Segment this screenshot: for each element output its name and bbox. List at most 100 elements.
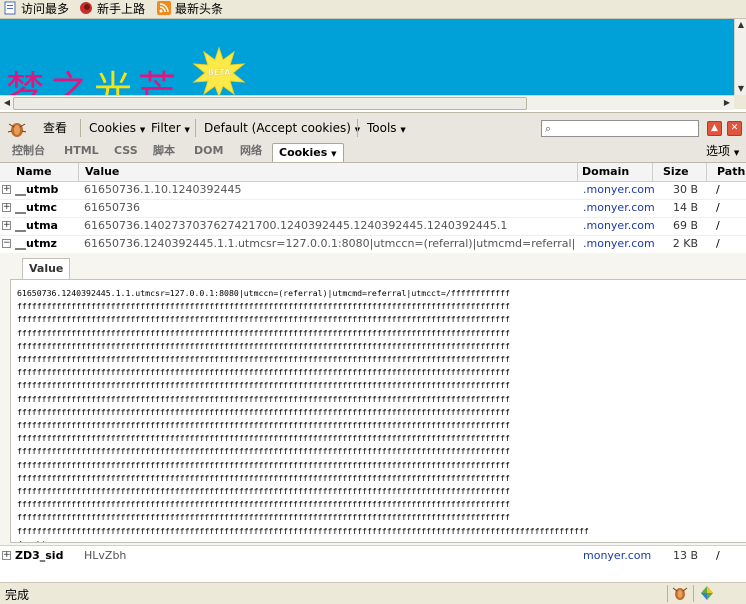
cookie-size: 13 B [672,549,698,562]
toolbar-separator [195,119,196,137]
tools-menu[interactable]: Tools ▼ [367,113,406,143]
value-tab[interactable]: Value [22,258,71,279]
cookie-size: 14 B [672,201,698,214]
dropdown-arrow-icon: ▼ [400,126,406,134]
cookie-domain: .monyer.com [583,183,655,196]
addon-status-icon[interactable] [699,585,715,604]
cookie-path: / [716,549,720,562]
column-size[interactable]: Size [659,163,707,181]
page-content: 梦之光芒 BETA [0,19,734,95]
expand-icon[interactable]: + [2,221,11,230]
table-row[interactable]: + ZD3_sid HLvZbh monyer.com 13 B / [0,547,746,565]
column-value[interactable]: Value [81,163,578,181]
cookie-name: ZD3_sid [15,549,64,562]
tab-label: Cookies [279,146,328,159]
cookie-full-value: 61650736.1240392445.1.1.utmcsr=127.0.0.1… [17,288,589,542]
options-label: 选项 [706,144,731,158]
cookie-size: 2 KB [672,237,698,250]
status-separator [667,585,668,602]
bookmark-most-visited[interactable]: 访问最多 [3,0,69,18]
rss-icon [157,1,171,15]
cookie-path: / [716,237,720,250]
dropdown-arrow-icon: ▼ [139,126,146,134]
cookie-size: 30 B [672,183,698,196]
site-title-char: 芒 [138,68,183,95]
site-title-char: 之 [50,68,95,95]
site-title-char: 光 [94,68,139,95]
tab-console[interactable]: 控制台 [12,142,45,160]
table-row[interactable]: + __utmc 61650736 .monyer.com 14 B / [0,199,746,218]
expand-icon[interactable]: + [2,203,11,212]
tab-dom[interactable]: DOM [194,142,223,160]
cookies-menu[interactable]: Cookies ▼ [89,113,145,143]
tab-net[interactable]: 网络 [240,142,262,160]
bookmark-label: 新手上路 [97,2,146,16]
permissions-menu[interactable]: Default (Accept cookies) ▼ [204,113,360,143]
cookie-name: __utmc [15,201,58,214]
page-horizontal-scrollbar[interactable]: ◀ ▶ [0,95,734,110]
scroll-up-icon[interactable]: ▲ [735,19,746,31]
options-menu[interactable]: 选项 ▼ [706,142,739,160]
expand-icon[interactable]: + [2,551,11,560]
cookie-value: 61650736.1240392445.1.1.utmcsr=127.0.0.1… [84,237,576,250]
firebug-status-icon[interactable] [671,585,689,604]
filter-menu[interactable]: Filter ▼ [151,113,190,143]
menu-label: Filter [151,121,181,135]
collapse-icon[interactable]: − [2,239,11,248]
tab-cookies[interactable]: Cookies ▼ [272,143,344,162]
table-row[interactable]: + __utma 61650736.1402737037627421700.12… [0,217,746,236]
scroll-right-icon[interactable]: ▶ [721,97,733,109]
dropdown-arrow-icon: ▼ [331,150,337,158]
column-domain[interactable]: Domain [578,163,653,181]
expand-icon[interactable]: + [2,185,11,194]
cookie-value: HLvZbh [84,549,127,562]
toolbar-separator [357,119,358,137]
toolbar-separator [80,119,81,137]
bookmark-getting-started[interactable]: 新手上路 [79,0,145,18]
cookie-domain: .monyer.com [583,201,655,214]
cookie-value: 61650736 [84,201,140,214]
cookie-domain: .monyer.com [583,237,655,250]
minimize-icon[interactable]: ▲ [707,121,722,136]
menu-label: Cookies [89,121,136,135]
horizontal-scroll-thumb[interactable] [13,97,527,110]
bookmark-label: 访问最多 [21,2,70,16]
column-name[interactable]: Name [12,163,79,181]
cookie-path: / [716,183,720,196]
firebug-toolbar: 查看 Cookies ▼ Filter ▼ Default (Accept co… [0,112,746,143]
status-bar: 完成 [0,582,746,604]
cookie-size: 69 B [672,219,698,232]
tab-css[interactable]: CSS [114,142,138,160]
menu-label: Default (Accept cookies) [204,121,351,135]
table-row-expanded[interactable]: − __utmz 61650736.1240392445.1.1.utmcsr=… [0,235,746,254]
table-row[interactable]: + __utmb 61650736.1.10.1240392445 .monye… [0,181,746,200]
scrollbar-corner [734,95,746,109]
search-input[interactable]: ⌕ [541,120,699,137]
cookie-name: __utmz [15,237,57,250]
scroll-left-icon[interactable]: ◀ [1,97,13,109]
bookmarks-toolbar: 访问最多 新手上路 最新头条 [0,0,746,19]
column-path[interactable]: Path [713,163,746,181]
status-text: 完成 [5,588,30,602]
status-separator [693,585,694,602]
beta-badge: BETA [208,68,231,77]
menu-label: Tools [367,121,397,135]
bookmark-latest-headlines[interactable]: 最新头条 [157,0,223,18]
beta-starburst-icon: BETA [192,46,246,95]
page-vertical-scrollbar[interactable]: ▲ ▼ [734,19,746,95]
firebug-icon[interactable] [7,119,27,137]
panel-tabs: 控制台 HTML CSS 脚本 DOM 网络 Cookies ▼ 选项 ▼ [0,142,746,163]
site-title[interactable]: 梦之光芒 [6,70,182,95]
scroll-down-icon[interactable]: ▼ [735,83,746,95]
tab-html[interactable]: HTML [64,142,99,160]
cookie-name: __utma [15,219,58,232]
search-icon: ⌕ [545,122,552,135]
cookie-detail-panel: Value 61650736.1240392445.1.1.utmcsr=127… [0,253,746,546]
cookie-value: 61650736.1402737037627421700.1240392445.… [84,219,508,232]
value-text-box[interactable]: 61650736.1240392445.1.1.utmcsr=127.0.0.1… [10,279,746,543]
cookie-table-header: Name Value Domain Size Path [0,163,746,182]
close-icon[interactable]: ✕ [727,121,742,136]
tab-script[interactable]: 脚本 [153,142,175,160]
cookie-value: 61650736.1.10.1240392445 [84,183,242,196]
inspect-button[interactable]: 查看 [43,113,67,143]
